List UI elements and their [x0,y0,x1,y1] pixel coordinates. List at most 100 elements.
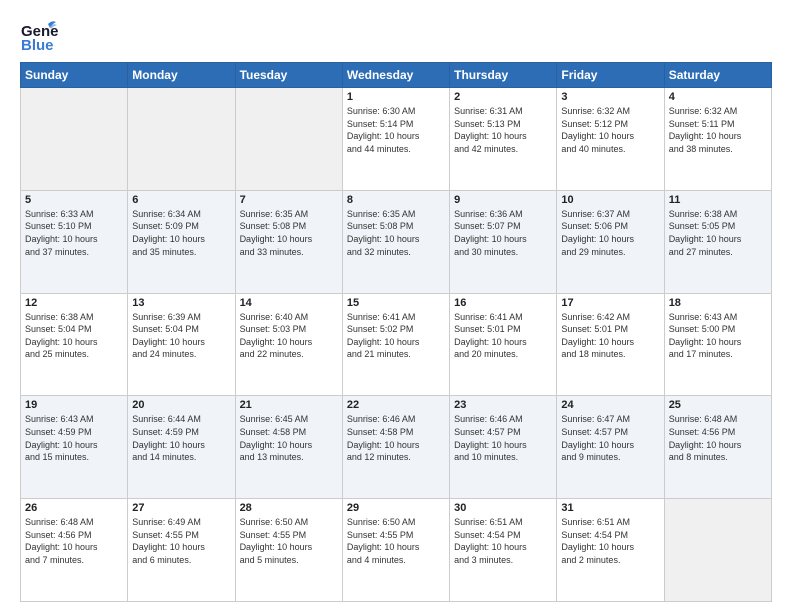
day-number: 13 [132,297,230,309]
calendar-cell: 25 Sunrise: 6:48 AM Sunset: 4:56 PM Dayli… [664,396,771,499]
day-info: Sunrise: 6:37 AM Sunset: 5:06 PM Dayligh… [561,208,659,258]
day-info: Sunrise: 6:42 AM Sunset: 5:01 PM Dayligh… [561,311,659,361]
calendar-cell: 5 Sunrise: 6:33 AM Sunset: 5:10 PM Daylig… [21,190,128,293]
calendar-cell: 26Sunrise: 6:48 AM Sunset: 4:56 PM Dayli… [21,499,128,602]
calendar-cell: 4 Sunrise: 6:32 AM Sunset: 5:11 PM Daylig… [664,88,771,191]
day-number: 9 [454,194,552,206]
day-number: 22 [347,399,445,411]
day-number: 12 [25,297,123,309]
calendar-cell: 15 Sunrise: 6:41 AM Sunset: 5:02 PM Dayli… [342,293,449,396]
day-info: Sunrise: 6:47 AM Sunset: 4:57 PM Dayligh… [561,413,659,463]
calendar-body: 1Sunrise: 6:30 AM Sunset: 5:14 PM Daylig… [21,88,772,602]
day-number: 7 [240,194,338,206]
day-number: 25 [669,399,767,411]
calendar-cell: 30 Sunrise: 6:51 AM Sunset: 4:54 PM Dayli… [450,499,557,602]
day-number: 18 [669,297,767,309]
day-info: Sunrise: 6:51 AM Sunset: 4:54 PM Dayligh… [561,516,659,566]
calendar-cell: 3 Sunrise: 6:32 AM Sunset: 5:12 PM Daylig… [557,88,664,191]
calendar-cell: 28Sunrise: 6:50 AM Sunset: 4:55 PM Dayli… [235,499,342,602]
weekday-thursday: Thursday [450,63,557,88]
day-info: Sunrise: 6:32 AM Sunset: 5:12 PM Dayligh… [561,105,659,155]
weekday-row: SundayMondayTuesdayWednesdayThursdayFrid… [21,63,772,88]
day-info: Sunrise: 6:48 AM Sunset: 4:56 PM Dayligh… [25,516,123,566]
day-number: 15 [347,297,445,309]
day-number: 4 [669,91,767,103]
calendar-cell: 17 Sunrise: 6:42 AM Sunset: 5:01 PM Dayli… [557,293,664,396]
weekday-saturday: Saturday [664,63,771,88]
week-row-4: 26Sunrise: 6:48 AM Sunset: 4:56 PM Dayli… [21,499,772,602]
calendar-cell: 12 Sunrise: 6:38 AM Sunset: 5:04 PM Dayli… [21,293,128,396]
day-info: Sunrise: 6:41 AM Sunset: 5:02 PM Dayligh… [347,311,445,361]
calendar-cell: 2 Sunrise: 6:31 AM Sunset: 5:13 PM Daylig… [450,88,557,191]
day-number: 10 [561,194,659,206]
day-info: Sunrise: 6:43 AM Sunset: 4:59 PM Dayligh… [25,413,123,463]
calendar-cell: 29Sunrise: 6:50 AM Sunset: 4:55 PM Dayli… [342,499,449,602]
day-info: Sunrise: 6:36 AM Sunset: 5:07 PM Dayligh… [454,208,552,258]
day-number: 6 [132,194,230,206]
calendar-cell: 1Sunrise: 6:30 AM Sunset: 5:14 PM Daylig… [342,88,449,191]
day-info: Sunrise: 6:38 AM Sunset: 5:04 PM Dayligh… [25,311,123,361]
calendar-cell [235,88,342,191]
weekday-friday: Friday [557,63,664,88]
day-number: 11 [669,194,767,206]
day-number: 24 [561,399,659,411]
calendar-cell: 19 Sunrise: 6:43 AM Sunset: 4:59 PM Dayli… [21,396,128,499]
day-info: Sunrise: 6:31 AM Sunset: 5:13 PM Dayligh… [454,105,552,155]
day-info: Sunrise: 6:44 AM Sunset: 4:59 PM Dayligh… [132,413,230,463]
day-number: 8 [347,194,445,206]
calendar-cell: 21 Sunrise: 6:45 AM Sunset: 4:58 PM Dayli… [235,396,342,499]
calendar-cell: 13Sunrise: 6:39 AM Sunset: 5:04 PM Dayli… [128,293,235,396]
calendar-table: SundayMondayTuesdayWednesdayThursdayFrid… [20,62,772,602]
calendar-cell: 8 Sunrise: 6:35 AM Sunset: 5:08 PM Daylig… [342,190,449,293]
day-info: Sunrise: 6:45 AM Sunset: 4:58 PM Dayligh… [240,413,338,463]
weekday-sunday: Sunday [21,63,128,88]
calendar-cell: 27Sunrise: 6:49 AM Sunset: 4:55 PM Dayli… [128,499,235,602]
week-row-3: 19 Sunrise: 6:43 AM Sunset: 4:59 PM Dayli… [21,396,772,499]
svg-text:Blue: Blue [21,37,54,54]
calendar-cell: 14Sunrise: 6:40 AM Sunset: 5:03 PM Dayli… [235,293,342,396]
day-info: Sunrise: 6:46 AM Sunset: 4:57 PM Dayligh… [454,413,552,463]
day-info: Sunrise: 6:48 AM Sunset: 4:56 PM Dayligh… [669,413,767,463]
day-number: 20 [132,399,230,411]
day-info: Sunrise: 6:33 AM Sunset: 5:10 PM Dayligh… [25,208,123,258]
day-info: Sunrise: 6:35 AM Sunset: 5:08 PM Dayligh… [347,208,445,258]
calendar-cell [664,499,771,602]
day-number: 30 [454,502,552,514]
calendar-cell: 16 Sunrise: 6:41 AM Sunset: 5:01 PM Dayli… [450,293,557,396]
header: General Blue [20,16,772,54]
calendar-cell: 6 Sunrise: 6:34 AM Sunset: 5:09 PM Daylig… [128,190,235,293]
calendar-cell: 9 Sunrise: 6:36 AM Sunset: 5:07 PM Daylig… [450,190,557,293]
day-number: 16 [454,297,552,309]
page: General Blue SundayMondayTuesdayWednesda… [0,0,792,612]
calendar-cell: 31Sunrise: 6:51 AM Sunset: 4:54 PM Dayli… [557,499,664,602]
day-number: 21 [240,399,338,411]
day-info: Sunrise: 6:38 AM Sunset: 5:05 PM Dayligh… [669,208,767,258]
calendar-cell: 23Sunrise: 6:46 AM Sunset: 4:57 PM Dayli… [450,396,557,499]
day-info: Sunrise: 6:32 AM Sunset: 5:11 PM Dayligh… [669,105,767,155]
calendar-cell: 11 Sunrise: 6:38 AM Sunset: 5:05 PM Dayli… [664,190,771,293]
calendar-cell: 20 Sunrise: 6:44 AM Sunset: 4:59 PM Dayli… [128,396,235,499]
day-info: Sunrise: 6:51 AM Sunset: 4:54 PM Dayligh… [454,516,552,566]
calendar-cell: 10 Sunrise: 6:37 AM Sunset: 5:06 PM Dayli… [557,190,664,293]
week-row-2: 12 Sunrise: 6:38 AM Sunset: 5:04 PM Dayli… [21,293,772,396]
day-info: Sunrise: 6:30 AM Sunset: 5:14 PM Dayligh… [347,105,445,155]
weekday-wednesday: Wednesday [342,63,449,88]
day-info: Sunrise: 6:35 AM Sunset: 5:08 PM Dayligh… [240,208,338,258]
day-info: Sunrise: 6:34 AM Sunset: 5:09 PM Dayligh… [132,208,230,258]
day-number: 29 [347,502,445,514]
logo: General Blue [20,16,64,54]
day-info: Sunrise: 6:40 AM Sunset: 5:03 PM Dayligh… [240,311,338,361]
day-number: 3 [561,91,659,103]
calendar-cell [128,88,235,191]
day-info: Sunrise: 6:41 AM Sunset: 5:01 PM Dayligh… [454,311,552,361]
weekday-monday: Monday [128,63,235,88]
day-number: 17 [561,297,659,309]
calendar-cell: 22 Sunrise: 6:46 AM Sunset: 4:58 PM Dayli… [342,396,449,499]
calendar-cell [21,88,128,191]
day-number: 5 [25,194,123,206]
day-info: Sunrise: 6:46 AM Sunset: 4:58 PM Dayligh… [347,413,445,463]
day-number: 27 [132,502,230,514]
day-number: 2 [454,91,552,103]
calendar-header: SundayMondayTuesdayWednesdayThursdayFrid… [21,63,772,88]
day-number: 19 [25,399,123,411]
